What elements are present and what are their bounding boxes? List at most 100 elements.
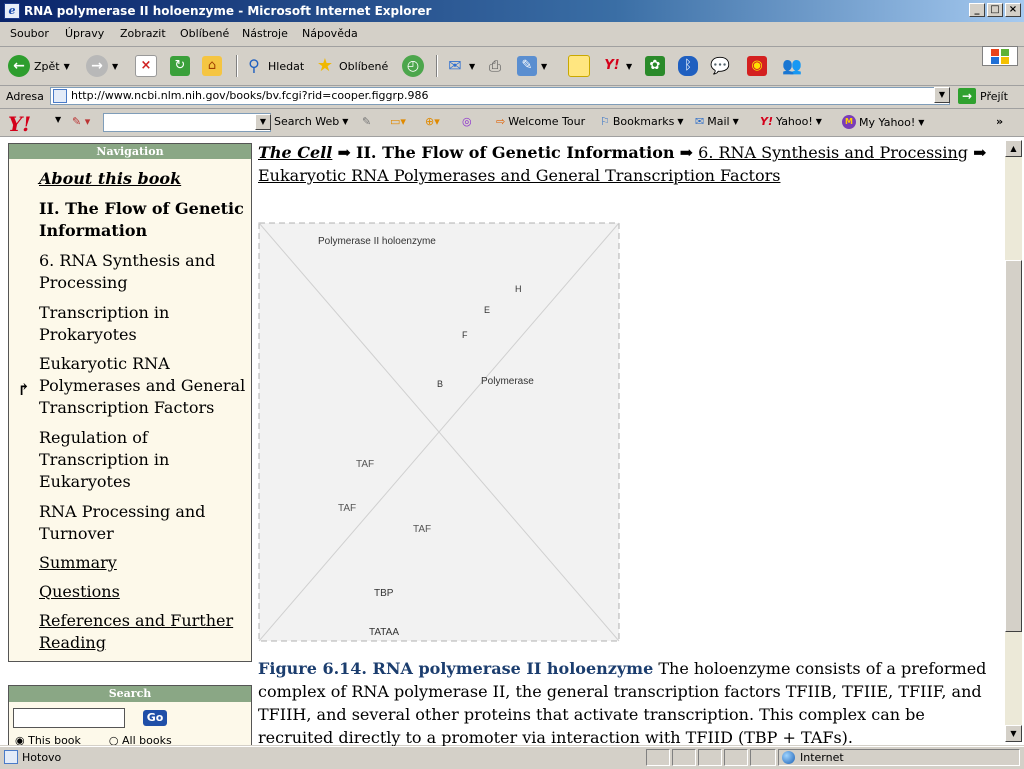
welcome-tour-label: Welcome Tour [508,115,586,128]
back-arrow-icon: ← [8,55,30,77]
search-button[interactable]: ⚲ Hledat [244,53,304,79]
menu-help[interactable]: Nápověda [302,27,358,40]
welcome-tour-button[interactable]: ⇨ Welcome Tour [496,115,585,128]
nav-item-references[interactable]: References and Further Reading [39,610,251,654]
maximize-button[interactable]: □ [987,3,1003,17]
bookmarks-icon: ⚐ [600,115,610,128]
favorites-button[interactable]: ★ Oblíbené [315,53,388,79]
figure-holoenzyme: Polymerase II holoenzyme H E F B Polymer… [258,222,620,642]
yahoo-menu-chevron-icon[interactable]: ▼ [55,115,61,124]
menu-favorites[interactable]: Oblíbené [180,27,229,40]
nav-item-summary[interactable]: Summary [39,552,251,574]
toolbar-overflow-button[interactable]: » [996,115,1003,128]
mail-label: Mail [707,115,730,128]
messenger-button[interactable]: ✿ [645,53,665,79]
caption-title: Figure 6.14. RNA polymerase II holoenzym… [258,659,654,678]
address-input[interactable]: http://www.ncbi.nlm.nih.gov/books/bv.fcg… [50,87,950,105]
figure-label-holoenzyme: Polymerase II holoenzyme [318,236,436,247]
figure-label-taf-3: TAF [413,524,431,535]
mail-link[interactable]: ✉ Mail ▼ [695,115,739,128]
figure-label-taf-2: TAF [338,503,356,514]
nav-item-chapter-6: 6. RNA Synthesis and Processing [39,251,216,292]
nav-item-part-ii: II. The Flow of Genetic Information [39,199,244,240]
refresh-button[interactable]: ↻ [170,53,190,79]
menu-view[interactable]: Zobrazit [120,27,166,40]
home-button[interactable]: ⌂ [202,53,222,79]
go-button[interactable]: → Přejít [958,88,1008,104]
nav-item-questions[interactable]: Questions [39,581,251,603]
breadcrumb-book-link[interactable]: The Cell [258,143,332,162]
go-arrow-icon: → [958,88,976,104]
address-url: http://www.ncbi.nlm.nih.gov/books/bv.fcg… [71,89,429,102]
radio-this-book[interactable]: ◉ This book [15,734,81,745]
scroll-thumb[interactable] [1005,260,1022,632]
toolbar-separator [236,55,238,77]
search-go-button[interactable]: Go [143,710,167,726]
menu-file[interactable]: Soubor [10,27,49,40]
envelope-icon: ✉ [695,115,705,128]
alert-icon: ◉ [747,56,767,76]
highlighter-icon[interactable]: ✎ [362,115,371,128]
nav-item-prokaryotes[interactable]: Transcription in Prokaryotes [39,302,251,346]
status-pane [698,749,722,766]
minimize-button[interactable]: _ [969,3,985,17]
yahoo-search-input[interactable] [103,113,271,132]
pencil-icon[interactable]: ✎ ▾ [72,115,90,128]
search-label: Hledat [268,59,305,73]
close-button[interactable]: × [1005,3,1021,17]
nav-item-eukaryotic-polymerases[interactable]: Eukaryotic RNA Polymerases and General T… [39,353,251,419]
yahoo-search-dropdown[interactable]: ▼ [255,114,271,130]
scroll-up-button[interactable]: ▲ [1005,140,1022,157]
discuss-button[interactable]: 💬 [710,53,730,79]
breadcrumb-arrow-icon: ➡ [679,143,694,162]
bluetooth-button[interactable]: ᛒ [678,53,698,79]
breadcrumb-section-link[interactable]: Eukaryotic RNA Polymerases and General T… [258,166,780,185]
search-web-button[interactable]: Search Web ▼ [274,115,348,128]
yahoo-link[interactable]: Y! Yahoo! ▼ [760,115,822,128]
messenger-people-button[interactable]: 👥 [782,53,802,79]
notes-button[interactable] [568,53,590,79]
yahoo-logo[interactable]: Y! [8,112,31,136]
figure-label-e: E [484,305,490,315]
book-search-input[interactable] [13,708,125,728]
status-pane [724,749,748,766]
status-bar: Hotovo Internet [0,746,1024,769]
navigation-panel: Navigation About this book II. The Flow … [8,143,252,662]
menu-tools[interactable]: Nástroje [242,27,288,40]
breadcrumb-part[interactable]: II. The Flow of Genetic Information [356,143,675,162]
edit-button[interactable]: ✎ ▼ [517,53,547,79]
yahoo-toolbar: Y! ▼ ✎ ▾ ▼ Search Web ▼ ✎ ▭▾ ⊕▾ ◎ ⇨ Welcom… [0,109,1024,137]
print-button[interactable]: ⎙ [485,53,505,79]
bookmarks-button[interactable]: ⚐ Bookmarks ▼ [600,115,684,128]
yahoo-toolbar-button[interactable]: Y! ▼ [602,53,632,79]
forward-button[interactable]: → ▼ [86,53,118,79]
breadcrumb-chapter-link[interactable]: 6. RNA Synthesis and Processing [698,143,968,162]
search-scope: ◉ This book ○ All books [15,734,172,745]
my-yahoo-link[interactable]: M My Yahoo! ▼ [842,115,924,129]
status-pane [646,749,670,766]
breadcrumb-part-label: II. The Flow of Genetic Information [355,143,675,162]
yahoo-y-icon: Y! [760,115,773,128]
title-bar: e RNA polymerase II holoenzyme - Microso… [0,0,1024,22]
note-icon [568,55,590,77]
stop-button[interactable]: × [135,53,157,79]
chevron-down-icon: ▼ [677,117,684,126]
vertical-scrollbar[interactable]: ▲ ▼ [1005,140,1022,742]
antispy-icon[interactable]: ⊕▾ [425,115,440,128]
nav-item-rna-processing[interactable]: RNA Processing and Turnover [39,501,251,545]
status-text: Hotovo [22,751,62,764]
people-icon: 👥 [782,56,802,75]
mail-button[interactable]: ✉ ▼ [445,53,475,79]
forward-arrow-icon: → [86,55,108,77]
scroll-down-button[interactable]: ▼ [1005,725,1022,742]
radio-all-books[interactable]: ○ All books [109,734,172,745]
menu-edit[interactable]: Úpravy [65,27,104,40]
nav-item-regulation[interactable]: Regulation of Transcription in Eukaryote… [39,427,251,493]
popup-blocker-icon[interactable]: ▭▾ [390,115,406,128]
headphones-icon[interactable]: ◎ [462,115,472,128]
nav-item-about[interactable]: About this book [39,168,251,190]
back-button[interactable]: ← Zpět ▼ [8,53,70,79]
history-button[interactable]: ◴ [402,53,424,79]
research-button[interactable]: ◉ [747,53,767,79]
address-dropdown-button[interactable]: ▼ [934,87,950,103]
